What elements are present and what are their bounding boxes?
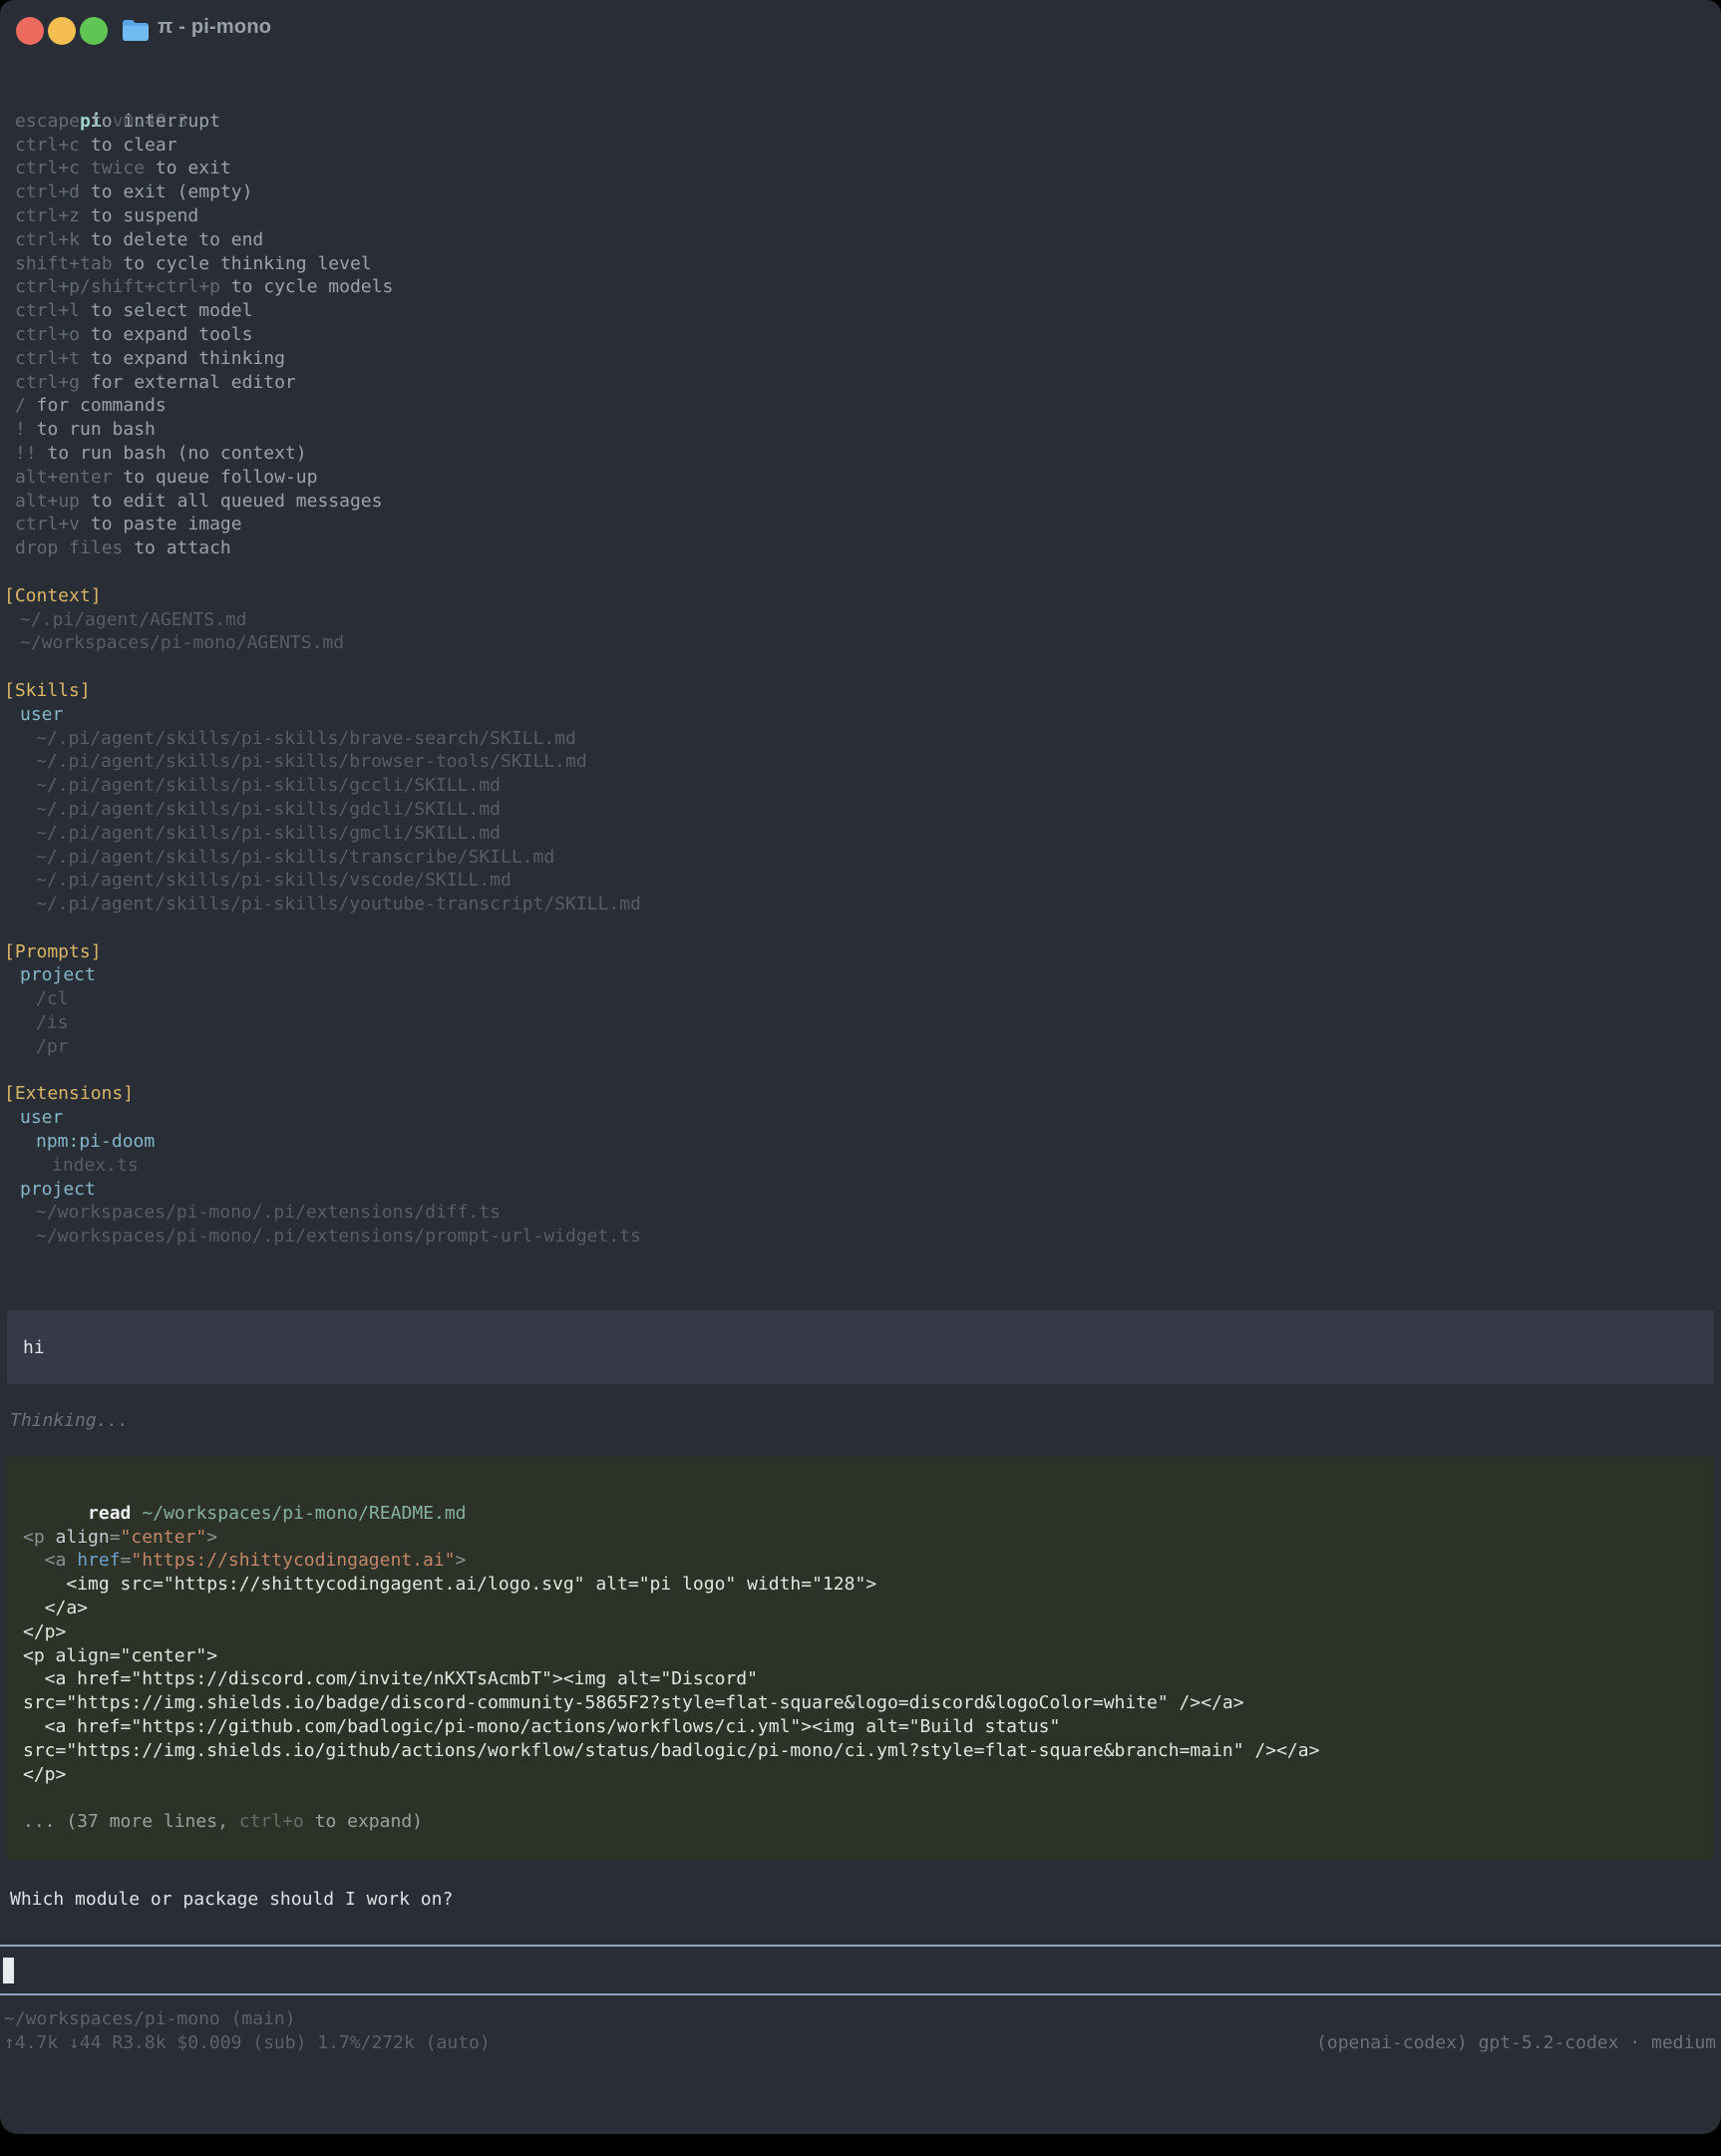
section-path: ~/.pi/agent/skills/pi-skills/gccli/SKILL… (0, 774, 1721, 798)
section-path: ~/workspaces/pi-mono/.pi/extensions/diff… (0, 1201, 1721, 1225)
shortcut-line: ctrl+k to delete to end (0, 228, 1721, 252)
code-line: </p> (23, 1620, 1714, 1644)
shortcut-line: ctrl+p/shift+ctrl+p to cycle models (0, 275, 1721, 299)
cwd-branch: ~/workspaces/pi-mono (main) (0, 2007, 1721, 2031)
assistant-message: Which module or package should I work on… (10, 1888, 453, 1912)
section-path: ~/.pi/agent/skills/pi-skills/brave-searc… (0, 727, 1721, 751)
code-line: </p> (23, 1763, 1714, 1787)
terminal-window: π - pi-mono piv0.49.3 escape to interrup… (0, 0, 1721, 2134)
code-line: <p align="center"> (23, 1644, 1714, 1668)
shortcut-line: ! to run bash (0, 418, 1721, 442)
code-line: <a href="https://github.com/badlogic/pi-… (23, 1715, 1714, 1739)
tool-output-code: <p align="center"> <a href="https://shit… (23, 1502, 1714, 1834)
tool-call-header: read~/workspaces/pi-mono/README.md (23, 1478, 1714, 1502)
section-path: ~/.pi/agent/skills/pi-skills/youtube-tra… (0, 893, 1721, 916)
shortcut-line: alt+up to edit all queued messages (0, 490, 1721, 514)
section-path: ~/.pi/agent/skills/pi-skills/browser-too… (0, 750, 1721, 774)
section-path: index.ts (0, 1154, 1721, 1178)
section-header: [Prompts] (0, 940, 1721, 964)
code-line: src="https://img.shields.io/badge/discor… (23, 1691, 1714, 1715)
tool-call-block: read~/workspaces/pi-mono/README.md <p al… (7, 1456, 1714, 1861)
spacer-line (0, 560, 1721, 584)
shortcut-line: ctrl+z to suspend (0, 204, 1721, 228)
section-path: ~/.pi/agent/skills/pi-skills/gmcli/SKILL… (0, 822, 1721, 846)
section-path: ~/workspaces/pi-mono/.pi/extensions/prom… (0, 1225, 1721, 1249)
thinking-indicator: Thinking... (10, 1409, 129, 1433)
context-sections: [Context]~/.pi/agent/AGENTS.md~/workspac… (0, 560, 1721, 1249)
model-indicator: (openai-codex) gpt-5.2-codex · medium (1316, 2031, 1716, 2055)
shortcut-line: ctrl+l to select model (0, 299, 1721, 323)
shortcut-line: ctrl+t to expand thinking (0, 347, 1721, 371)
shortcut-line: ctrl+v to paste image (0, 513, 1721, 537)
titlebar: π - pi-mono (0, 0, 1721, 56)
section-path: /cl (0, 987, 1721, 1011)
shortcut-line: ctrl+c to clear (0, 134, 1721, 158)
text-cursor (3, 1958, 14, 1983)
code-line: </a> (23, 1597, 1714, 1620)
code-line: ... (37 more lines, ctrl+o to expand) (23, 1810, 1714, 1834)
section-scope: project (0, 963, 1721, 987)
shortcut-line: shift+tab to cycle thinking level (0, 252, 1721, 276)
section-path: ~/.pi/agent/skills/pi-skills/transcribe/… (0, 846, 1721, 870)
code-line: <a href="https://discord.com/invite/nKXT… (23, 1667, 1714, 1691)
startup-banner: piv0.49.3 escape to interruptctrl+c to c… (0, 86, 1721, 1249)
zoom-button[interactable] (80, 17, 108, 45)
section-header: [Extensions] (0, 1082, 1721, 1106)
section-path: ~/.pi/agent/AGENTS.md (0, 608, 1721, 632)
shortcut-line: ctrl+g for external editor (0, 371, 1721, 395)
spacer-line (0, 1059, 1721, 1083)
code-line: <p align="center"> (23, 1526, 1714, 1550)
section-path: /is (0, 1011, 1721, 1035)
user-message: hi (7, 1310, 1714, 1384)
spacer-line (0, 655, 1721, 679)
code-line: <img src="https://shittycodingagent.ai/l… (23, 1573, 1714, 1597)
minimize-button[interactable] (48, 17, 76, 45)
section-header: [Skills] (0, 679, 1721, 703)
shortcut-line: ctrl+c twice to exit (0, 157, 1721, 180)
statusbar: ~/workspaces/pi-mono (main) ↑4.7k ↓44 R3… (0, 2007, 1721, 2055)
code-line: src="https://img.shields.io/github/actio… (23, 1739, 1714, 1763)
shortcut-line: escape to interrupt (0, 110, 1721, 134)
spacer-line (0, 916, 1721, 940)
code-line: <a href="https://shittycodingagent.ai"> (23, 1549, 1714, 1573)
tool-name: read (88, 1503, 131, 1524)
section-scope: user (0, 1106, 1721, 1130)
app-version-line: piv0.49.3 (0, 86, 1721, 110)
shortcut-line: alt+enter to queue follow-up (0, 466, 1721, 490)
close-button[interactable] (16, 17, 44, 45)
section-header: [Context] (0, 584, 1721, 608)
folder-icon (122, 19, 150, 46)
code-line (23, 1786, 1714, 1810)
section-path: ~/.pi/agent/skills/pi-skills/vscode/SKIL… (0, 869, 1721, 893)
section-scope: npm:pi-doom (0, 1130, 1721, 1154)
section-scope: project (0, 1178, 1721, 1202)
section-path: ~/.pi/agent/skills/pi-skills/gdcli/SKILL… (0, 798, 1721, 822)
tool-argument: ~/workspaces/pi-mono/README.md (142, 1503, 466, 1524)
shortcut-line: drop files to attach (0, 537, 1721, 560)
shortcut-help-list: escape to interruptctrl+c to clearctrl+c… (0, 110, 1721, 560)
user-message-text: hi (7, 1337, 45, 1358)
section-path: /pr (0, 1035, 1721, 1059)
shortcut-line: !! to run bash (no context) (0, 442, 1721, 466)
section-scope: user (0, 703, 1721, 727)
section-path: ~/workspaces/pi-mono/AGENTS.md (0, 631, 1721, 655)
shortcut-line: ctrl+o to expand tools (0, 323, 1721, 347)
shortcut-line: ctrl+d to exit (empty) (0, 180, 1721, 204)
shortcut-line: / for commands (0, 394, 1721, 418)
window-title: π - pi-mono (158, 16, 271, 39)
prompt-input[interactable] (0, 1945, 1721, 1995)
